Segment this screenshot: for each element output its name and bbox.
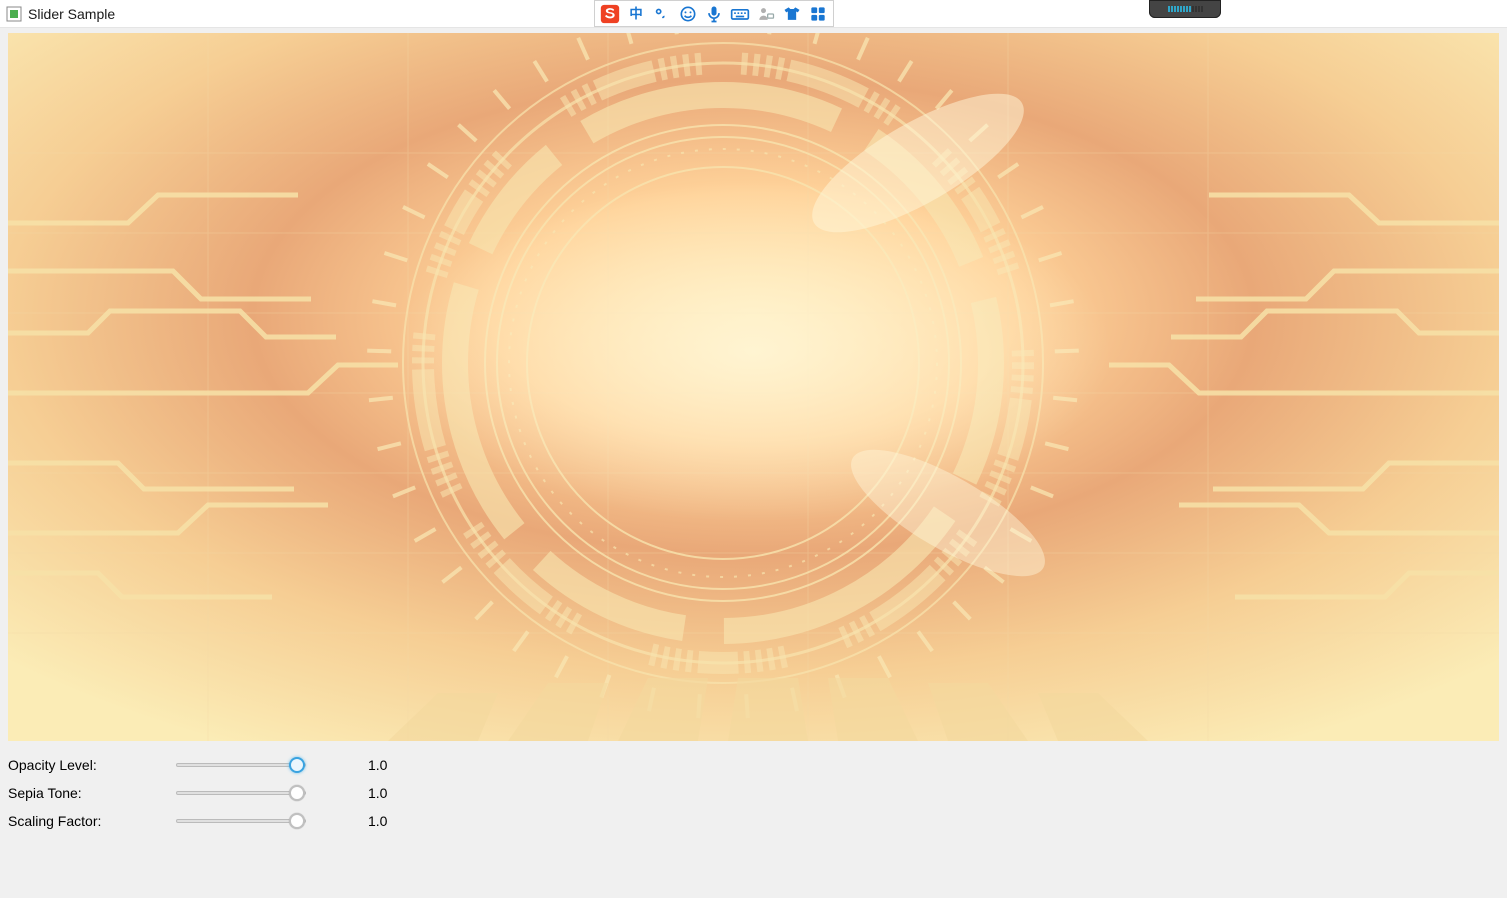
opacity-value: 1.0 [368,757,387,773]
chinese-zhong-icon[interactable]: 中 [624,2,648,26]
sepia-value: 1.0 [368,785,387,801]
scaling-slider[interactable] [176,819,306,823]
grid-icon[interactable] [806,2,830,26]
opacity-slider[interactable] [176,763,306,767]
image-display [8,33,1499,741]
microphone-icon[interactable] [702,2,726,26]
sepia-label: Sepia Tone: [8,785,176,801]
scaling-label: Scaling Factor: [8,813,176,829]
person-icon[interactable] [754,2,778,26]
scaling-row: Scaling Factor: 1.0 [8,807,1499,835]
keyboard-icon[interactable] [728,2,752,26]
shirt-icon[interactable] [780,2,804,26]
sepia-slider[interactable] [176,791,306,795]
background-graphics-icon [8,33,1499,741]
device-widget [1149,0,1221,18]
opacity-label: Opacity Level: [8,757,176,773]
app-icon [6,6,22,22]
emoji-icon[interactable] [676,2,700,26]
window-titlebar: Slider Sample 中 [0,0,1507,28]
opacity-row: Opacity Level: 1.0 [8,751,1499,779]
sepia-row: Sepia Tone: 1.0 [8,779,1499,807]
window-title: Slider Sample [28,6,115,22]
ime-toolbar: 中 [594,0,834,27]
char-degree-icon[interactable] [650,2,674,26]
sogou-s-icon[interactable] [598,2,622,26]
canvas-wrap [0,28,1507,741]
controls-panel: Opacity Level: 1.0 Sepia Tone: 1.0 Scali… [0,741,1507,835]
scaling-value: 1.0 [368,813,387,829]
svg-text:中: 中 [629,5,642,21]
